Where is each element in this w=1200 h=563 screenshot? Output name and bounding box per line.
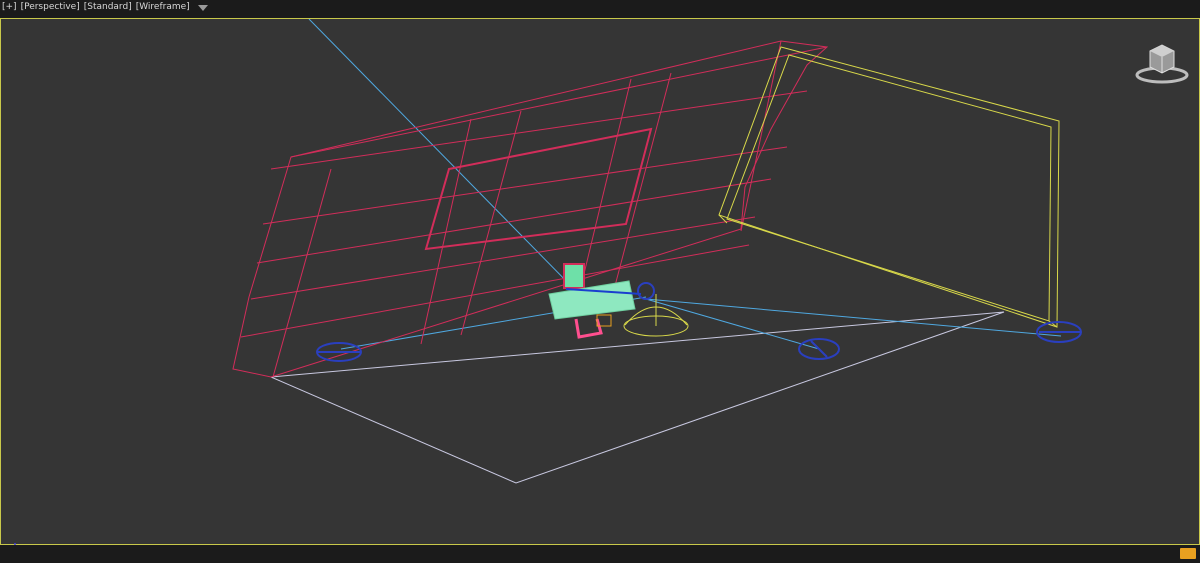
funnel-icon[interactable] [197, 4, 208, 11]
viewport-label-bar: [+] [Perspective] [Standard] [Wireframe] [0, 0, 1200, 18]
light-icon-right [1036, 321, 1082, 343]
light-icon-center [637, 282, 655, 300]
perspective-viewport[interactable] [0, 18, 1200, 562]
camera-target-line [308, 19, 577, 292]
light-icon-left [316, 342, 362, 362]
status-bar [0, 545, 1200, 562]
viewport-point-of-view[interactable]: [Perspective] [21, 2, 80, 12]
viewport-shading-standard[interactable]: [Standard] [84, 2, 132, 12]
viewport-menu-plus[interactable]: [+] [2, 2, 17, 12]
shelf-wireframe [232, 40, 829, 378]
viewcube-icon[interactable] [1134, 41, 1190, 85]
viewport-labels: [+] [Perspective] [Standard] [Wireframe] [2, 2, 208, 12]
viewport-shading-wireframe[interactable]: [Wireframe] [136, 2, 190, 12]
viewport-corner-button[interactable] [1180, 548, 1196, 559]
light-icon-mid [798, 338, 840, 360]
wall-panel [718, 46, 1060, 328]
ground-plane [270, 311, 1005, 484]
scene-wireframe[interactable] [1, 19, 1199, 544]
